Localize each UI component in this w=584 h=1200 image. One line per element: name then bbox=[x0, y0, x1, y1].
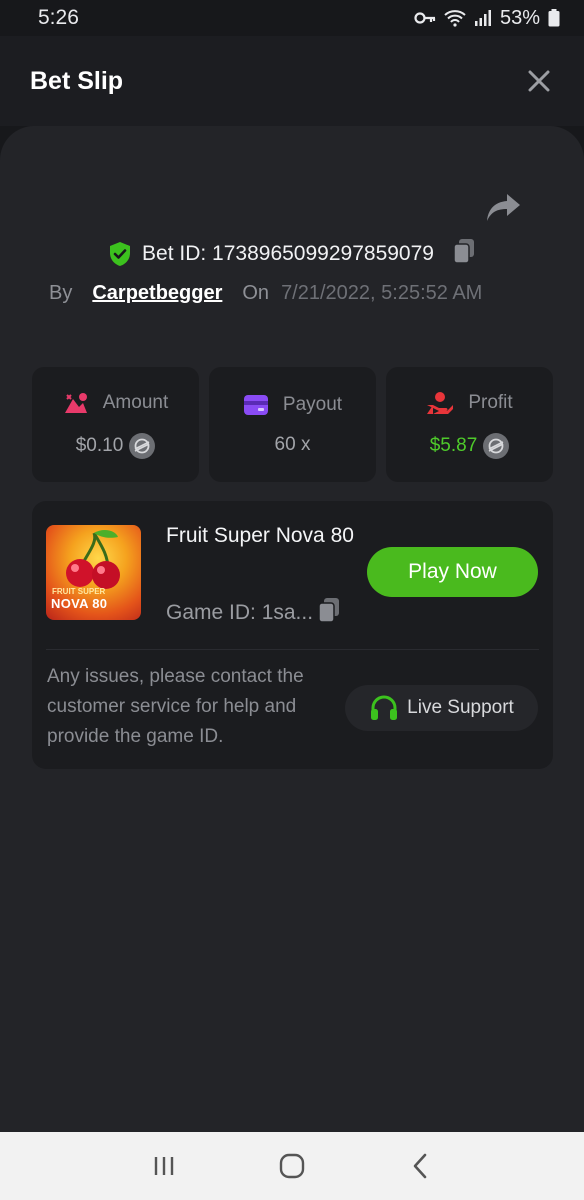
username-link[interactable]: Carpetbegger bbox=[92, 282, 222, 305]
profit-label: Profit bbox=[468, 391, 513, 413]
copy-icon bbox=[453, 239, 474, 264]
bet-slip-sheet: Bet ID: 1738965099297859079 By Carpetbeg… bbox=[0, 126, 584, 1132]
battery-icon bbox=[548, 9, 560, 27]
bet-id-row: Bet ID: 1738965099297859079 bbox=[0, 238, 584, 270]
battery-percent: 53% bbox=[499, 6, 540, 29]
coin-icon bbox=[483, 432, 510, 459]
share-button[interactable] bbox=[486, 192, 522, 224]
support-note: Any issues, please contact the customer … bbox=[47, 666, 304, 747]
bet-author-row: By Carpetbegger On 7/21/2022, 5:25:52 AM bbox=[49, 282, 482, 305]
payout-label: Payout bbox=[282, 393, 343, 415]
stat-amount: Amount $0.10 bbox=[32, 367, 199, 482]
recent-apps-button[interactable] bbox=[144, 1146, 184, 1186]
recent-apps-icon bbox=[154, 1157, 174, 1175]
home-button[interactable] bbox=[272, 1146, 312, 1186]
profit-hand-icon bbox=[427, 391, 454, 414]
thumb-caption-bottom: NOVA 80 bbox=[51, 596, 108, 611]
close-icon bbox=[528, 70, 550, 92]
profit-value: $5.87 bbox=[429, 434, 478, 456]
on-label: On bbox=[242, 282, 270, 304]
stat-payout: Payout 60 x bbox=[209, 367, 376, 482]
back-button[interactable] bbox=[400, 1146, 440, 1186]
status-time: 5:26 bbox=[38, 6, 79, 29]
live-support-label: Live Support bbox=[407, 697, 514, 718]
wifi-icon bbox=[444, 9, 466, 27]
status-icons: 53% bbox=[414, 7, 560, 30]
status-bar: 5:26 53% bbox=[0, 0, 584, 36]
game-id: Game ID: 1sa... bbox=[166, 601, 314, 624]
page-title: Bet Slip bbox=[30, 66, 124, 95]
game-title[interactable]: Fruit Super Nova 80 bbox=[166, 519, 366, 553]
amount-label: Amount bbox=[102, 391, 169, 413]
close-button[interactable] bbox=[524, 66, 554, 96]
signal-icon bbox=[474, 9, 492, 27]
copy-icon bbox=[318, 598, 340, 623]
game-card: FRUIT SUPER NOVA 80 Fruit Super Nova 80 … bbox=[32, 501, 553, 769]
divider bbox=[46, 649, 539, 650]
live-support-button[interactable]: Live Support bbox=[345, 685, 538, 731]
back-icon bbox=[413, 1153, 427, 1179]
home-icon bbox=[279, 1153, 305, 1179]
headset-icon bbox=[371, 695, 398, 720]
shield-check-icon bbox=[110, 242, 131, 266]
payout-value: 60 x bbox=[274, 433, 311, 455]
amount-icon bbox=[64, 392, 87, 413]
amount-value: $0.10 bbox=[75, 434, 124, 456]
key-icon bbox=[414, 11, 436, 25]
by-label: By bbox=[49, 282, 73, 304]
game-id-row: Game ID: 1sa... bbox=[166, 597, 341, 629]
header: Bet Slip bbox=[0, 36, 584, 126]
bet-date: 7/21/2022, 5:25:52 AM bbox=[281, 282, 483, 304]
coin-icon bbox=[129, 432, 156, 459]
cherry-icon bbox=[66, 530, 120, 589]
system-nav-bar bbox=[0, 1132, 584, 1200]
play-now-button[interactable]: Play Now bbox=[367, 547, 538, 597]
card-icon bbox=[243, 394, 268, 415]
share-icon bbox=[487, 194, 520, 221]
copy-game-id-button[interactable] bbox=[317, 597, 341, 629]
thumb-caption-top: FRUIT SUPER bbox=[52, 587, 106, 596]
copy-bet-id-button[interactable] bbox=[452, 238, 476, 270]
bet-id: Bet ID: 1738965099297859079 bbox=[142, 242, 434, 265]
bet-stats: Amount $0.10 Payout 60 x Profit $5.87 bbox=[32, 367, 553, 482]
stat-profit: Profit $5.87 bbox=[386, 367, 553, 482]
game-thumbnail[interactable]: FRUIT SUPER NOVA 80 bbox=[46, 525, 141, 620]
